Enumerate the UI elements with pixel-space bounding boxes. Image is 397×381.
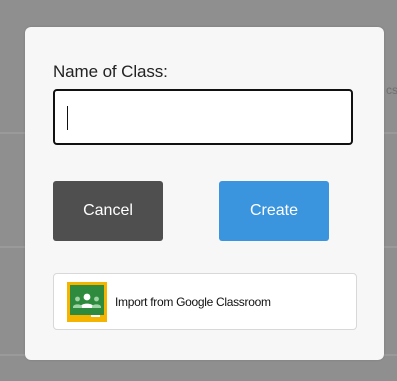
class-name-label: Name of Class: xyxy=(53,62,168,81)
cancel-button-label: Cancel xyxy=(83,202,133,219)
import-button-label: Import from Google Classroom xyxy=(115,294,271,309)
create-button[interactable]: Create xyxy=(219,181,329,241)
background-text: cs xyxy=(386,83,397,97)
class-name-input[interactable] xyxy=(53,89,353,145)
create-button-label: Create xyxy=(249,202,299,219)
create-class-dialog: Name of Class: Cancel Create Import from… xyxy=(25,27,384,360)
text-cursor xyxy=(67,106,68,130)
cancel-button[interactable]: Cancel xyxy=(53,181,163,241)
google-classroom-icon xyxy=(67,281,107,322)
import-google-classroom-button[interactable]: Import from Google Classroom xyxy=(53,273,357,330)
